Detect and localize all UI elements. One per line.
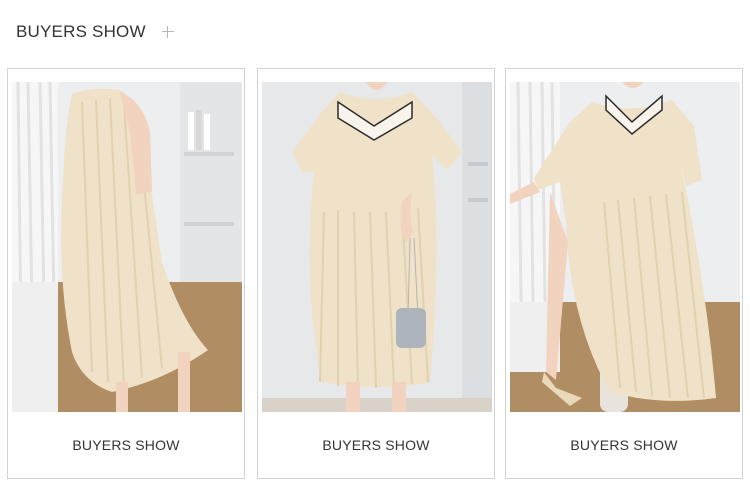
card-caption: BUYERS SHOW: [72, 437, 180, 453]
buyer-photo[interactable]: [12, 82, 242, 412]
page-header: BUYERS SHOW: [16, 21, 174, 43]
section-title: BUYERS SHOW: [16, 22, 146, 41]
card-caption: BUYERS SHOW: [322, 437, 430, 453]
buyer-photo[interactable]: [510, 82, 740, 412]
buyer-show-card[interactable]: BUYERS SHOW: [257, 68, 495, 479]
card-caption: BUYERS SHOW: [570, 437, 678, 453]
buyer-show-card[interactable]: BUYERS SHOW: [505, 68, 743, 479]
buyer-show-card[interactable]: BUYERS SHOW: [7, 68, 245, 479]
plus-icon[interactable]: [161, 26, 174, 38]
buyer-photo[interactable]: [262, 82, 492, 412]
